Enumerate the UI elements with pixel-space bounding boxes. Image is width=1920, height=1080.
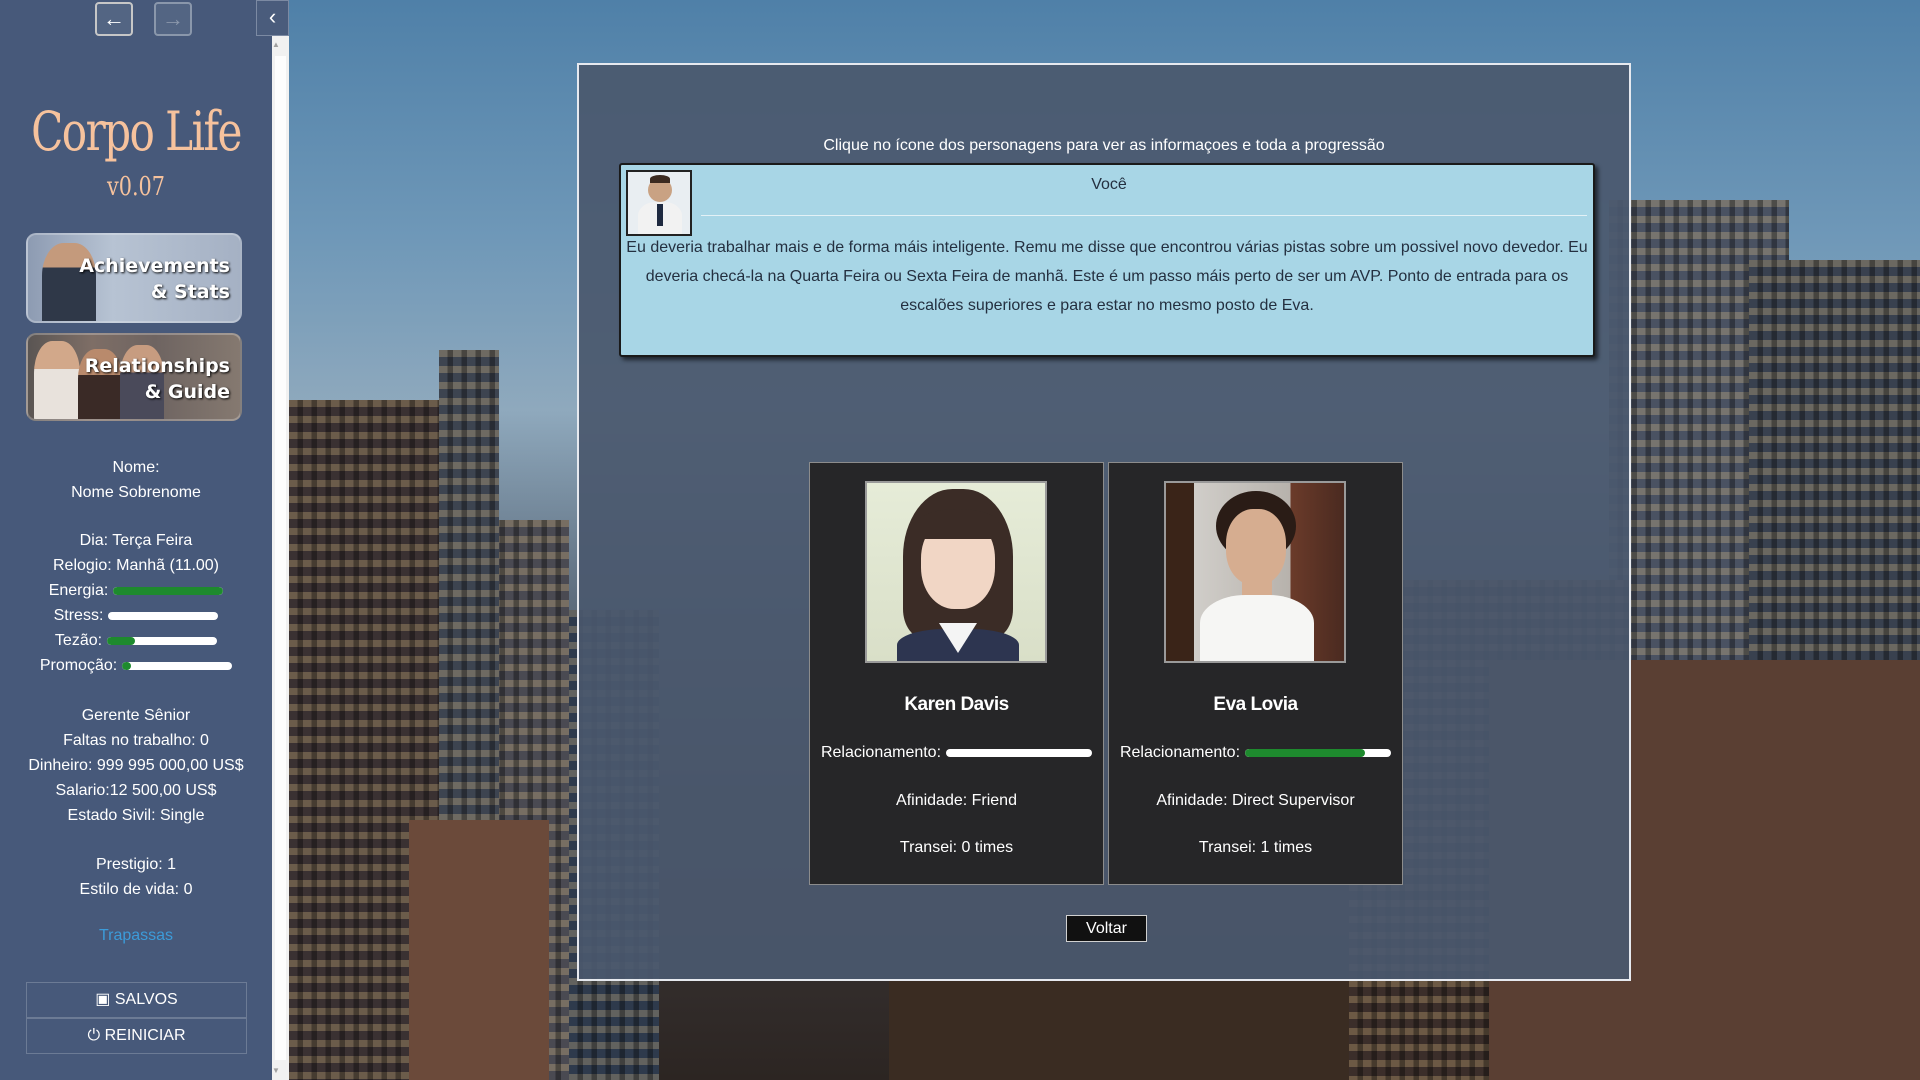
karen-affinity: Afinidade: Friend (896, 792, 1017, 809)
eva-affinity: Afinidade: Direct Supervisor (1156, 792, 1355, 809)
name-value: Nome Sobrenome (71, 484, 201, 501)
position-text: Gerente Sênior (81, 707, 191, 724)
restart-button[interactable]: ⏻ REINICIAR (26, 1018, 247, 1054)
cheats-link[interactable]: Trapassas (0, 927, 272, 945)
floppy-disk-icon: ▣ (95, 991, 111, 1008)
history-forward-button[interactable]: → (154, 2, 192, 36)
power-icon: ⏻ (87, 1027, 101, 1044)
karen-name: Karen Davis (904, 694, 1009, 715)
stat-label: Energia: (48, 582, 109, 599)
scroll-up-icon[interactable]: ▲ (272, 38, 289, 52)
scroll-down-icon[interactable]: ▼ (272, 1064, 289, 1078)
divider (701, 215, 1587, 216)
arrow-right-icon: → (162, 6, 184, 31)
back-button[interactable]: Voltar (1066, 915, 1147, 942)
karen-count: Transei: 0 times (899, 839, 1014, 856)
marital-text: Estado Sivil: Single (67, 807, 205, 824)
status-block: Dia: Terça Feira Relogio: Manhã (11.00) … (0, 528, 272, 678)
achievements-stats-button[interactable]: Achievements & Stats (26, 233, 242, 323)
stat-label: Tezão: (54, 632, 103, 649)
lifestyle-text: Estilo de vida: 0 (79, 881, 193, 898)
stat-label: Promoção: (39, 657, 118, 674)
character-card-eva: Eva Lovia Relacionamento: Afinidade: Dir… (1108, 462, 1403, 885)
tezao-bar (107, 636, 218, 645)
tezao-stat: Tezão: (0, 628, 272, 653)
clock-text: Relogio: Manhã (11.00) (52, 557, 220, 574)
scrollbar-thumb[interactable] (275, 56, 286, 1060)
player-name-block: Nome: Nome Sobrenome (0, 455, 272, 505)
relationships-guide-button[interactable]: Relationships & Guide (26, 333, 242, 421)
karen-relationship-bar (946, 749, 1093, 757)
instructions-text: Clique no ícone dos personagens para ver… (823, 137, 1385, 154)
character-card-karen: Karen Davis Relacionamento: Afinidade: F… (809, 462, 1104, 885)
stress-stat: Stress: (0, 603, 272, 628)
eva-count: Transei: 1 times (1198, 839, 1313, 856)
sidebar-scrollbar[interactable]: ▲ ▼ (272, 36, 289, 1080)
relationships-label-line2: & Guide (144, 381, 230, 403)
characters-collage-image (34, 341, 80, 419)
eva-name: Eva Lovia (1213, 694, 1298, 715)
history-back-button[interactable]: ← (95, 2, 133, 36)
energy-bar (113, 586, 224, 595)
energy-stat: Energia: (0, 578, 272, 603)
karen-portrait[interactable] (865, 481, 1047, 663)
achievements-label-line2: & Stats (150, 281, 230, 303)
promocao-stat: Promoção: (0, 653, 272, 678)
prestige-block: Prestigio: 1 Estilo de vida: 0 (0, 852, 272, 902)
achievements-label-line1: Achievements (79, 255, 230, 277)
eva-portrait[interactable] (1164, 481, 1346, 663)
relationships-dialog: Clique no ícone dos personagens para ver… (577, 63, 1631, 981)
relationships-label-line1: Relationships (84, 355, 230, 377)
game-title: Corpo Life (31, 100, 242, 163)
game-version: v0.07 (106, 172, 166, 202)
absences-text: Faltas no trabalho: 0 (63, 732, 209, 749)
stat-label: Stress: (53, 607, 104, 624)
sidebar-collapse-button[interactable]: ‹ (256, 0, 289, 36)
prestige-text: Prestigio: 1 (95, 856, 177, 873)
restart-label: REINICIAR (104, 1027, 186, 1044)
sidebar: ← → Corpo Life v0.07 Achievements & Stat… (0, 0, 272, 1080)
name-label: Nome: (112, 459, 160, 476)
saves-button[interactable]: ▣ SALVOS (26, 982, 247, 1018)
career-block: Gerente Sênior Faltas no trabalho: 0 Din… (0, 703, 272, 828)
salary-text: Salario:12 500,00 US$ (55, 782, 217, 799)
stress-bar (108, 611, 219, 620)
money-text: Dinheiro: 999 995 000,00 US$ (28, 757, 244, 774)
relationship-label: Relacionamento: (820, 744, 942, 761)
karen-relationship: Relacionamento: (810, 744, 1103, 762)
saves-label: SALVOS (114, 991, 178, 1008)
relationship-label: Relacionamento: (1119, 744, 1241, 761)
day-text: Dia: Terça Feira (79, 532, 193, 549)
player-thoughts: Eu deveria trabalhar mais e de forma mái… (626, 239, 1588, 314)
eva-relationship: Relacionamento: (1109, 744, 1402, 762)
player-name: Você (1091, 176, 1127, 193)
eva-relationship-bar (1245, 749, 1392, 757)
promocao-bar (122, 661, 233, 670)
chevron-left-icon: ‹ (268, 4, 277, 29)
player-card: Você Eu deveria trabalhar mais e de form… (619, 163, 1595, 357)
arrow-left-icon: ← (103, 6, 125, 31)
